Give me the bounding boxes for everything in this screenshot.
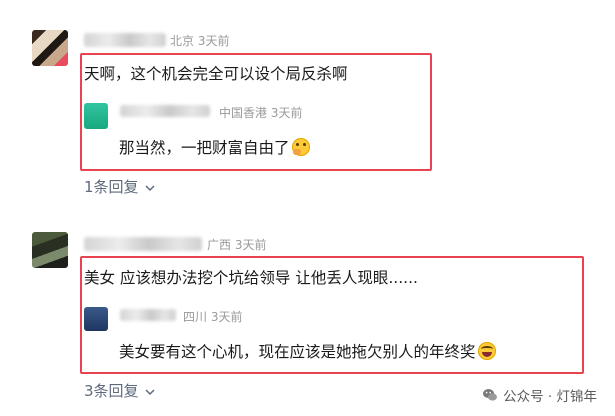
reply-avatar[interactable]	[84, 103, 108, 129]
comment-text: 天啊，这个机会完全可以设个局反杀啊	[84, 65, 348, 83]
thinking-face-icon	[291, 138, 310, 156]
comment-meta: 广西 3天前	[207, 238, 267, 252]
replier-name-blurred	[120, 105, 210, 117]
commenter-name-blurred	[84, 237, 202, 251]
reply-text: 美女要有这个心机，现在应该是她拖欠别人的年终奖	[119, 340, 496, 362]
watermark-text: 公众号 · 灯锦年	[503, 389, 597, 405]
comment-text: 美女 应该想办法挖个坑给领导 让他丢人现眼......	[84, 269, 418, 287]
avatar[interactable]	[32, 232, 68, 268]
wechat-icon	[483, 389, 498, 401]
reply-text: 那当然，一把财富自由了	[119, 136, 310, 158]
reply-count-link[interactable]: 1条回复	[84, 176, 155, 197]
chevron-down-icon	[145, 389, 155, 396]
reply-count-label: 3条回复	[84, 382, 139, 400]
replier-name-blurred	[120, 309, 176, 321]
watermark: 公众号 · 灯锦年	[482, 385, 597, 405]
laughing-crying-face-icon	[477, 342, 496, 360]
comment-meta: 北京 3天前	[170, 34, 230, 48]
chevron-down-icon	[145, 185, 155, 192]
reply-avatar[interactable]	[84, 307, 108, 331]
reply-text-content: 那当然，一把财富自由了	[119, 139, 290, 157]
reply-meta: 四川 3天前	[183, 310, 243, 324]
reply-meta: 中国香港 3天前	[219, 106, 303, 120]
commenter-name-blurred	[84, 33, 166, 47]
reply-text-content: 美女要有这个心机，现在应该是她拖欠别人的年终奖	[119, 343, 476, 361]
reply-count-link[interactable]: 3条回复	[84, 380, 155, 401]
avatar[interactable]	[32, 30, 68, 66]
reply-count-label: 1条回复	[84, 178, 139, 196]
